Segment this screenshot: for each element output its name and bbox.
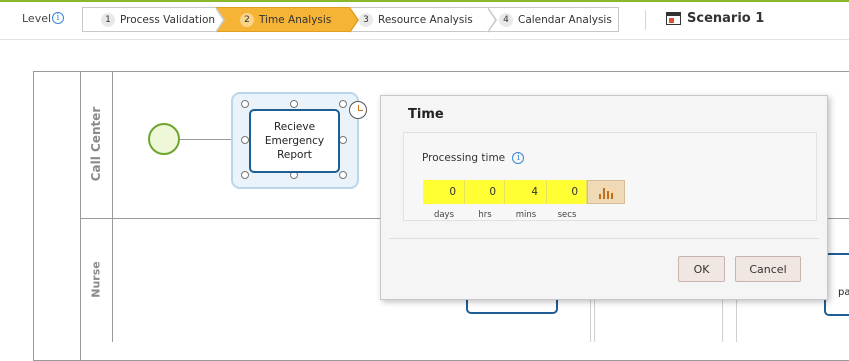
task-label-line: Emergency xyxy=(264,135,325,147)
chevron-right-icon xyxy=(215,7,225,33)
step-label: Resource Analysis xyxy=(378,13,473,26)
resize-handle[interactable] xyxy=(339,136,347,144)
dialog-divider xyxy=(389,238,819,239)
resize-handle[interactable] xyxy=(241,136,249,144)
days-field[interactable]: 0 xyxy=(423,180,465,204)
lane-header-nurse[interactable]: Nurse xyxy=(81,219,113,342)
start-event[interactable] xyxy=(148,123,180,155)
scenario-label: Scenario 1 xyxy=(687,11,765,26)
grid-line xyxy=(736,300,737,342)
minutes-field[interactable]: 4 xyxy=(505,180,547,204)
step-number: 4 xyxy=(499,12,513,27)
step-process-validation[interactable]: 1 Process Validation xyxy=(82,7,225,33)
duration-unit-label: hrs xyxy=(478,210,492,220)
processing-time-label: Processing time i xyxy=(422,152,525,164)
top-toolbar: Level i 1 Process Validation 2 Time Anal… xyxy=(0,0,849,40)
task-label-line: Report xyxy=(277,149,312,161)
grid-line xyxy=(722,300,723,342)
step-label: Process Validation xyxy=(120,13,216,26)
processing-time-text: Processing time xyxy=(422,152,506,164)
grid-line xyxy=(594,300,595,342)
time-dialog: Time Processing time i 0 0 4 0 days hrs … xyxy=(380,95,828,300)
level-label: Level xyxy=(22,12,52,25)
step-number: 2 xyxy=(240,12,254,27)
task-label: pa xyxy=(838,287,849,298)
bar-chart-icon xyxy=(599,188,615,199)
level-selector[interactable]: Level i xyxy=(22,12,64,25)
duration-unit-label: mins xyxy=(515,210,537,220)
resize-handle[interactable] xyxy=(241,171,249,179)
duration-unit-label: days xyxy=(433,210,455,220)
grid-line xyxy=(590,300,591,342)
hours-field[interactable]: 0 xyxy=(465,180,505,204)
ok-button[interactable]: OK xyxy=(678,256,725,282)
step-calendar-analysis[interactable]: 4 Calendar Analysis xyxy=(488,7,619,32)
chevron-right-icon xyxy=(487,7,497,33)
step-number: 1 xyxy=(101,12,115,27)
lane-label: Nurse xyxy=(89,261,103,298)
task-label-line: Recieve xyxy=(273,121,316,133)
duration-input: 0 0 4 0 xyxy=(423,180,625,204)
seconds-field[interactable]: 0 xyxy=(547,180,587,204)
resize-handle[interactable] xyxy=(339,171,347,179)
step-resource-analysis[interactable]: 3 Resource Analysis xyxy=(350,7,497,33)
chevron-right-icon xyxy=(349,7,359,33)
resize-handle[interactable] xyxy=(241,100,249,108)
resize-handle[interactable] xyxy=(290,100,298,108)
scenario-icon xyxy=(666,12,681,25)
accent-line xyxy=(0,0,849,2)
dialog-title: Time xyxy=(408,107,444,122)
step-time-analysis[interactable]: 2 Time Analysis xyxy=(216,7,359,33)
processing-time-panel: Processing time i 0 0 4 0 days hrs mins … xyxy=(403,132,817,221)
info-icon[interactable]: i xyxy=(52,12,64,24)
task-label: Recieve Emergency Report xyxy=(265,120,324,162)
step-label: Time Analysis xyxy=(259,13,332,26)
resize-handle[interactable] xyxy=(339,100,347,108)
info-icon[interactable]: i xyxy=(512,152,525,164)
task-recieve-emergency-report[interactable]: Recieve Emergency Report xyxy=(249,109,340,173)
distribution-chart-button[interactable] xyxy=(587,180,625,204)
step-label: Calendar Analysis xyxy=(518,13,612,26)
cancel-button[interactable]: Cancel xyxy=(735,256,801,282)
toolbar-divider xyxy=(645,10,646,30)
clock-icon[interactable] xyxy=(349,101,367,119)
step-number: 3 xyxy=(359,12,373,27)
scenario-selector[interactable]: Scenario 1 xyxy=(666,11,764,26)
pool-header xyxy=(33,71,81,361)
duration-unit-label: secs xyxy=(557,210,577,220)
